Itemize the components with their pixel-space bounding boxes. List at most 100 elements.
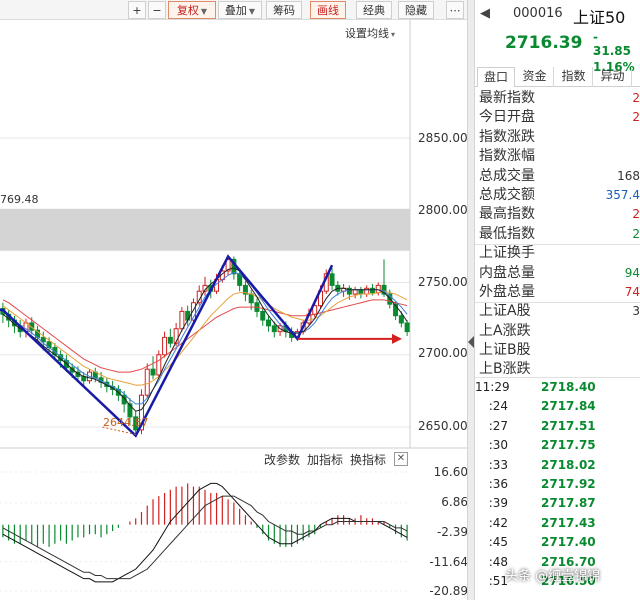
tick-row: 11:29 2718.40 (475, 378, 640, 397)
candle-body (162, 336, 168, 356)
add-indicator-button[interactable]: 加指标 (307, 451, 343, 468)
tick-row: :30 2717.75 (475, 436, 640, 455)
macd-tick-label: -20.89 (429, 584, 468, 598)
stat-label: 上证A股 (479, 303, 531, 320)
stat-value: 2 (632, 207, 640, 222)
tick-row: :24 2717.84 (475, 397, 640, 416)
tick-price: 2717.43 (541, 515, 596, 530)
price-chart (0, 20, 411, 448)
stats-table: 最新指数 2 今日开盘 2 指数涨跌 指数涨幅 总成交量 168 总成交额 357.4 最高指数 2 最… (479, 89, 640, 380)
stat-value: 94 (624, 265, 640, 280)
stat-row: 指数涨跌 (479, 128, 640, 147)
stat-label: 最低指数 (479, 225, 535, 242)
chart-canvas[interactable] (0, 0, 467, 600)
tick-price: 2718.40 (541, 380, 596, 394)
stat-label: 指数涨幅 (479, 148, 535, 165)
candle-body (150, 368, 156, 376)
tick-price: 2717.84 (541, 399, 596, 414)
stat-row: 最低指数 2 (479, 225, 640, 244)
tick-row: :36 2717.92 (475, 475, 640, 494)
tick-row: :39 2717.87 (475, 494, 640, 513)
tab-zhishu[interactable]: 指数 (555, 67, 593, 87)
tick-price: 2717.87 (541, 496, 596, 511)
panel-splitter[interactable] (467, 0, 475, 600)
candle-body (404, 322, 410, 333)
candle-body (271, 325, 277, 333)
tick-price: 2717.92 (541, 476, 596, 491)
tick-time: :39 (488, 496, 508, 511)
arrow-head-icon (392, 333, 402, 344)
tick-time: :51 (488, 573, 508, 588)
stat-label: 外盘总量 (479, 283, 535, 300)
tick-time: :48 (488, 554, 508, 569)
stat-value: 74 (624, 284, 640, 299)
stat-label: 最高指数 (479, 206, 535, 223)
tick-price: 2717.40 (541, 535, 596, 550)
candle-body (260, 310, 266, 321)
tick-row: :45 2717.40 (475, 533, 640, 552)
divider (475, 302, 640, 303)
tick-time: :33 (488, 457, 508, 472)
price-tick-label: 2850.00 (418, 131, 468, 145)
tick-price: 2717.51 (541, 418, 596, 433)
stat-value: 3 (632, 304, 640, 319)
price-tick-label: 2800.00 (418, 203, 468, 217)
macd-tick-label: 6.86 (441, 495, 468, 509)
stat-value: 168 (617, 168, 640, 183)
stat-row: 今日开盘 2 (479, 108, 640, 127)
candle-body (369, 287, 375, 294)
watermark: 头条 @缠壹锦锦 (505, 569, 601, 584)
macd-chart (0, 447, 467, 592)
stat-value: 2 (632, 91, 640, 105)
tab-zijin[interactable]: 资金 (516, 67, 554, 87)
stat-label: 上证B股 (479, 342, 531, 359)
tick-time: :42 (488, 515, 508, 530)
stat-value: 2 (632, 110, 640, 125)
close-icon[interactable]: ✕ (394, 452, 408, 466)
tab-yidong[interactable]: 异动 (594, 67, 632, 87)
stat-label: 上A涨跌 (479, 322, 531, 339)
stat-label: 内盘总量 (479, 264, 535, 281)
candle-body (352, 289, 358, 295)
candle-body (364, 287, 370, 295)
stat-value: 2 (632, 226, 640, 241)
highlight-band (0, 208, 410, 251)
stat-label: 最新指数 (479, 90, 535, 106)
macd-params-button[interactable]: 改参数 (264, 451, 300, 468)
switch-indicator-button[interactable]: 换指标 (350, 451, 386, 468)
stat-label: 总成交额 (479, 186, 535, 203)
stat-row: 最高指数 2 (479, 205, 640, 224)
collapse-arrow-icon[interactable] (468, 336, 474, 348)
candle-body (248, 293, 254, 304)
tick-row: :27 2717.51 (475, 417, 640, 436)
index-name: 上证50 (573, 8, 626, 27)
candle-body (266, 319, 272, 327)
panel-tabs: 盘口 资金 指数 异动 (475, 67, 640, 87)
back-arrow-icon[interactable]: ◀ (480, 6, 490, 21)
tick-time: :27 (488, 418, 508, 433)
price-tick-label: 2700.00 (418, 346, 468, 360)
tick-time: :36 (488, 476, 508, 491)
candle-body (179, 310, 185, 330)
index-code: 000016 (513, 6, 563, 21)
tick-time: :45 (488, 535, 508, 550)
tick-price: 2718.02 (541, 457, 596, 472)
low-annotation: 2644.87 (103, 416, 149, 429)
candle-body (144, 368, 150, 396)
macd-tick-label: -11.64 (429, 555, 468, 569)
tick-time: :24 (488, 399, 508, 414)
stat-row: 指数涨幅 (479, 147, 640, 166)
candle-body (185, 310, 191, 321)
macd-tick-label: -2.39 (436, 525, 468, 539)
tick-row: :42 2717.43 (475, 514, 640, 533)
tick-list: 11:29 2718.40 :24 2717.84 :27 2717.51 :30 2717.… (475, 378, 640, 591)
stat-row: 上A涨跌 (479, 322, 640, 341)
candle-body (156, 354, 162, 376)
stat-row: 外盘总量 74 (479, 283, 640, 302)
tick-price: 2717.75 (541, 438, 596, 453)
stat-label: 总成交量 (479, 167, 535, 184)
candle-body (398, 315, 404, 324)
tab-pankou[interactable]: 盘口 (477, 67, 515, 87)
stat-row: 上证B股 (479, 341, 640, 360)
stat-row: 内盘总量 94 (479, 264, 640, 283)
